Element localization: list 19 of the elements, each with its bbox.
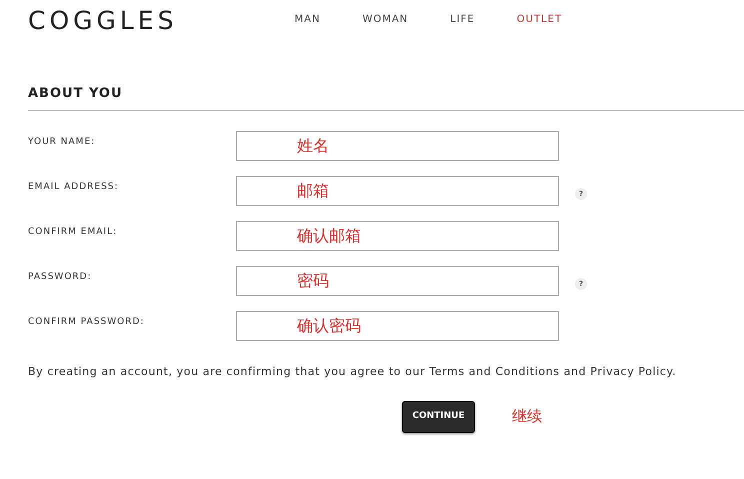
input-field[interactable]: 邮箱 xyxy=(236,176,559,206)
nav-link[interactable]: OUTLET xyxy=(516,12,562,27)
input-field[interactable]: 密码 xyxy=(236,266,559,296)
field-label: CONFIRM EMAIL: xyxy=(28,226,118,239)
annotation-text: 继续 xyxy=(512,406,542,428)
field-label: PASSWORD: xyxy=(28,271,93,284)
input-field[interactable]: 姓名 xyxy=(236,131,559,161)
input-field[interactable]: 确认邮箱 xyxy=(236,221,559,251)
field-label: EMAIL ADDRESS: xyxy=(28,181,120,194)
logo[interactable]: COGGLES xyxy=(28,8,178,33)
section-title: ABOUT YOU xyxy=(28,86,123,101)
nav-link[interactable]: LIFE xyxy=(450,12,475,27)
continue-button[interactable]: CONTINUE xyxy=(402,400,475,432)
nav-link[interactable]: WOMAN xyxy=(362,12,408,27)
nav-link[interactable]: MAN xyxy=(294,12,320,27)
terms-text: By creating an account, you are confirming that you agree to our Terms and Conditions and Privacy Policy. xyxy=(28,364,678,380)
field-label: YOUR NAME: xyxy=(28,136,96,149)
field-label: CONFIRM PASSWORD: xyxy=(28,316,146,329)
input-field[interactable]: 确认密码 xyxy=(236,311,559,341)
